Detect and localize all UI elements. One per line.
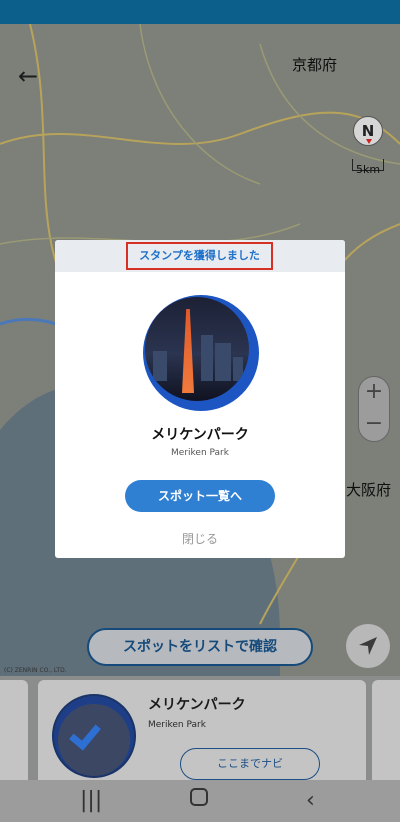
spot-list-button[interactable]: スポット一覧へ	[125, 480, 275, 512]
spot-card[interactable]: メリケンパーク Meriken Park ここまでナビ	[38, 680, 366, 780]
building-shape	[201, 335, 213, 381]
building-shape	[215, 343, 231, 381]
map-scale: 5km	[352, 159, 384, 176]
compass-icon[interactable]: N	[353, 116, 383, 146]
zoom-out-button[interactable]: −	[359, 409, 389, 441]
stamp-image: ⚲	[143, 295, 259, 411]
bicycle-icon: ⚲	[241, 299, 253, 318]
spot-card-strip: メリケンパーク Meriken Park ここまでナビ	[0, 676, 400, 780]
dialog-spot-subtitle: Meriken Park	[171, 448, 229, 458]
dialog-header: スタンプを獲得しました	[55, 240, 345, 272]
close-button[interactable]: 閉じる	[55, 530, 345, 547]
recent-apps-icon[interactable]: |||	[80, 788, 102, 813]
location-arrow-icon	[359, 637, 377, 655]
kobe-port-tower	[182, 309, 194, 393]
map-label-osaka: 大阪府	[346, 481, 392, 499]
spot-card-next[interactable]	[372, 680, 400, 780]
spot-card-previous[interactable]	[0, 680, 28, 780]
compass-letter: N	[361, 122, 375, 140]
home-icon[interactable]	[190, 788, 208, 806]
list-confirm-button[interactable]: スポットをリストで確認	[87, 628, 313, 666]
back-arrow-icon[interactable]: ←	[14, 62, 42, 90]
status-bar	[0, 0, 400, 24]
current-location-button[interactable]	[346, 624, 390, 668]
stamp-acquired-dialog: スタンプを獲得しました ⚲ メリケンパーク Meriken Park スポット一…	[55, 240, 345, 558]
map-copyright: (C) ZENRIN CO., LTD.	[4, 667, 67, 674]
dialog-spot-name: メリケンパーク	[151, 427, 249, 443]
building-shape	[153, 351, 167, 381]
zoom-control: + −	[358, 376, 390, 442]
stamp-photo	[145, 297, 249, 401]
system-navigation-bar: ||| ‹	[0, 780, 400, 822]
dialog-title: スタンプを獲得しました	[126, 242, 273, 270]
spot-card-title: メリケンパーク	[148, 697, 246, 713]
compass-arrow-icon	[366, 139, 372, 144]
spot-stamp-thumbnail	[52, 694, 136, 778]
back-chevron-icon[interactable]: ‹	[306, 788, 315, 813]
spot-card-subtitle: Meriken Park	[148, 720, 206, 730]
zoom-in-button[interactable]: +	[359, 377, 389, 409]
building-shape	[233, 357, 243, 381]
map-label-kyoto: 京都府	[292, 56, 338, 74]
navigate-here-button[interactable]: ここまでナビ	[180, 748, 320, 780]
checkmark-icon	[69, 717, 101, 751]
